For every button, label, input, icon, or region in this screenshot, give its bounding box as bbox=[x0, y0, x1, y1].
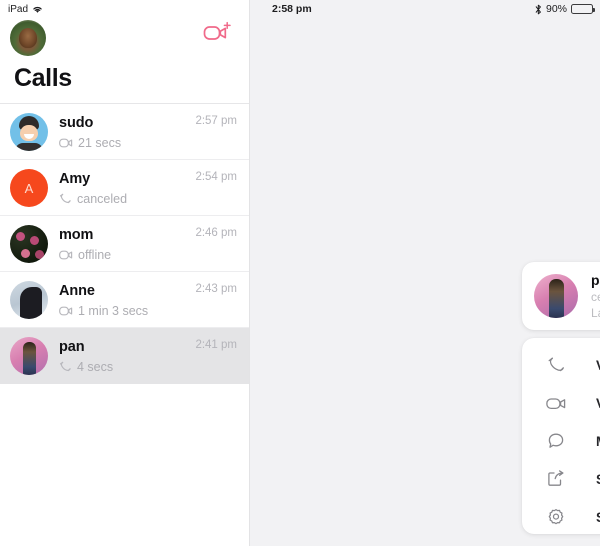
call-row-amy[interactable]: A Amy canceled 2:54 pm bbox=[0, 160, 249, 216]
avatar-initial: A bbox=[24, 180, 34, 196]
contact-details: pan cecilia0207 Last Seen 2:41 pm bbox=[578, 271, 600, 322]
contact-name: mom bbox=[59, 227, 94, 244]
video-call-missed-icon bbox=[59, 306, 73, 316]
menu-item-label: Share bbox=[568, 472, 600, 487]
phone-call-icon bbox=[59, 361, 72, 373]
ipad-status-bar: iPad bbox=[0, 0, 249, 18]
call-row-sudo[interactable]: sudo 21 secs 2:57 pm bbox=[0, 104, 249, 160]
avatar: A bbox=[10, 169, 48, 207]
avatar bbox=[10, 337, 48, 375]
app-screen: iPad Calls sudo 21 secs 2:57 pm A Amy ca… bbox=[0, 0, 600, 546]
call-row-text: sudo 21 secs bbox=[48, 114, 195, 149]
wifi-icon bbox=[32, 5, 43, 14]
call-status-text: 21 secs bbox=[78, 135, 122, 150]
device-label: iPad bbox=[8, 3, 29, 15]
menu-item-share[interactable]: Share bbox=[522, 460, 600, 498]
chat-bubble-icon bbox=[544, 429, 568, 453]
gear-icon bbox=[544, 505, 568, 529]
call-status: 1 min 3 secs bbox=[59, 304, 195, 318]
menu-item-message[interactable]: Message bbox=[522, 422, 600, 460]
call-time: 2:43 pm bbox=[195, 283, 237, 295]
status-bar-time: 2:58 pm bbox=[272, 3, 312, 15]
call-status: 4 secs bbox=[59, 360, 195, 374]
call-row-anne[interactable]: Anne 1 min 3 secs 2:43 pm bbox=[0, 272, 249, 328]
avatar bbox=[10, 281, 48, 319]
menu-item-voice-call[interactable]: Voice Call bbox=[522, 346, 600, 384]
video-call-add-icon[interactable] bbox=[203, 20, 233, 46]
contact-avatar bbox=[534, 274, 578, 318]
video-call-missed-icon bbox=[59, 138, 73, 148]
contact-name: Anne bbox=[59, 283, 95, 300]
call-time: 2:46 pm bbox=[195, 227, 237, 239]
call-status: offline bbox=[59, 248, 195, 262]
call-status-text: 4 secs bbox=[77, 359, 114, 374]
system-status-bar: 2:58 pm 90% bbox=[250, 0, 600, 18]
call-status-text: 1 min 3 secs bbox=[78, 303, 149, 318]
call-status: canceled bbox=[59, 192, 195, 206]
bluetooth-icon bbox=[535, 4, 542, 15]
contact-handle: cecilia0207 bbox=[591, 289, 600, 304]
avatar bbox=[10, 225, 48, 263]
menu-item-label: Settings bbox=[568, 510, 600, 525]
call-history-list: sudo 21 secs 2:57 pm A Amy canceled 2:54… bbox=[0, 104, 249, 546]
avatar bbox=[10, 113, 48, 151]
contact-action-menu: Voice Call Video Call Message bbox=[522, 338, 600, 534]
menu-item-label: Video Call bbox=[568, 396, 600, 411]
menu-item-label: Voice Call bbox=[568, 358, 600, 373]
call-status: 21 secs bbox=[59, 136, 195, 150]
contact-name: pan bbox=[59, 339, 85, 356]
contact-name: Amy bbox=[59, 171, 91, 188]
video-call-missed-icon bbox=[59, 250, 73, 260]
call-row-text: Anne 1 min 3 secs bbox=[48, 282, 195, 317]
battery-icon bbox=[571, 4, 595, 14]
call-row-mom[interactable]: mom offline 2:46 pm bbox=[0, 216, 249, 272]
contact-info-card[interactable]: pan cecilia0207 Last Seen 2:41 pm ✋ bbox=[522, 262, 600, 330]
call-status-text: canceled bbox=[77, 191, 128, 206]
menu-item-label: Message bbox=[568, 434, 600, 449]
call-time: 2:57 pm bbox=[195, 115, 237, 127]
calls-sidebar: iPad Calls sudo 21 secs 2:57 pm A Amy ca… bbox=[0, 0, 250, 546]
user-profile-avatar[interactable] bbox=[10, 20, 46, 56]
contact-name: pan bbox=[591, 271, 600, 288]
video-camera-icon bbox=[544, 391, 568, 415]
call-time: 2:41 pm bbox=[195, 339, 237, 351]
menu-item-settings[interactable]: Settings bbox=[522, 498, 600, 536]
contact-name: sudo bbox=[59, 115, 94, 132]
battery-percent: 90% bbox=[545, 3, 567, 15]
call-row-pan[interactable]: pan 4 secs 2:41 pm bbox=[0, 328, 249, 384]
contact-last-seen: Last Seen 2:41 pm bbox=[591, 306, 600, 321]
share-arrow-icon bbox=[544, 467, 568, 491]
detail-panel: 2:58 pm 90% pan cecilia0207 Last Seen 2:… bbox=[250, 0, 600, 546]
phone-icon bbox=[544, 353, 568, 377]
call-row-text: pan 4 secs bbox=[48, 338, 195, 373]
call-status-text: offline bbox=[78, 247, 112, 262]
menu-item-video-call[interactable]: Video Call bbox=[522, 384, 600, 422]
phone-call-icon bbox=[59, 193, 72, 205]
page-title: Calls bbox=[14, 64, 72, 92]
call-time: 2:54 pm bbox=[195, 171, 237, 183]
call-row-text: Amy canceled bbox=[48, 170, 195, 205]
call-row-text: mom offline bbox=[48, 226, 195, 261]
status-bar-indicators: 90% bbox=[535, 3, 595, 15]
